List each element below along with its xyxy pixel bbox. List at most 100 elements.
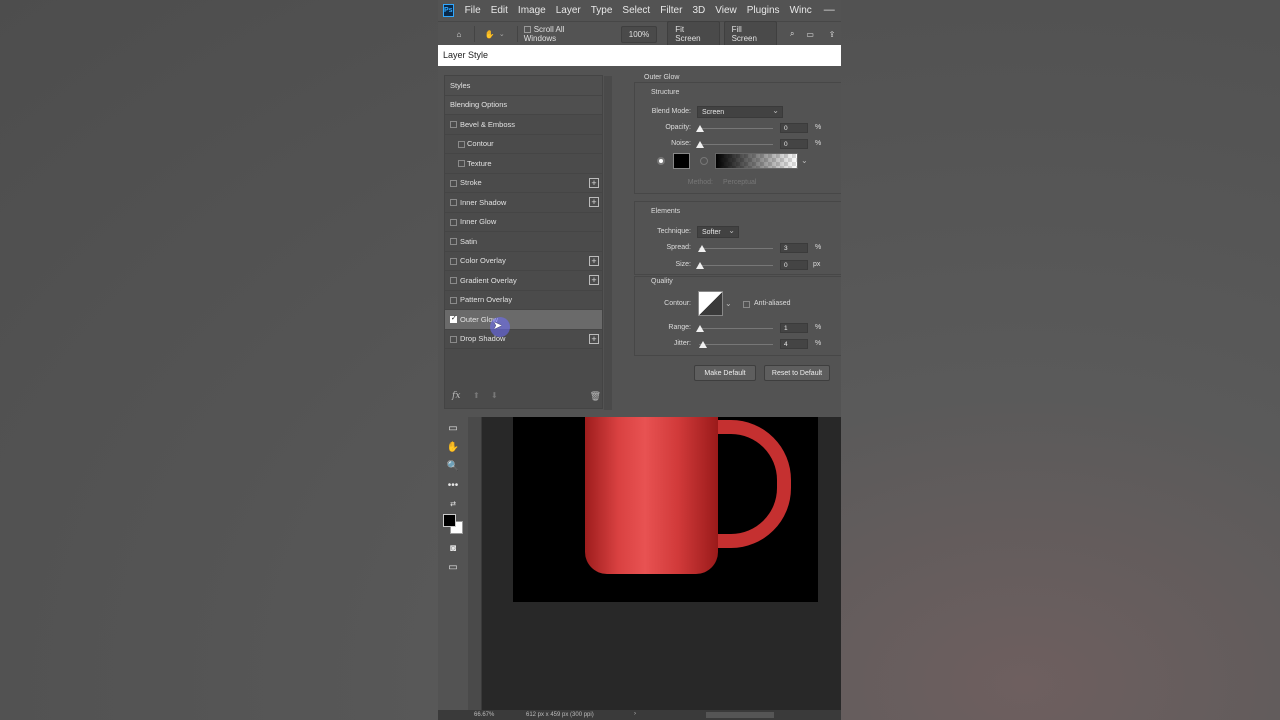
style-blending-options[interactable]: Blending Options <box>445 95 602 115</box>
style-texture[interactable]: Texture <box>445 154 602 174</box>
hand-tool-icon[interactable]: ✋ <box>446 442 460 456</box>
blend-mode-select[interactable]: Screen <box>697 106 783 118</box>
menu-type[interactable]: Type <box>586 5 618 16</box>
styles-header[interactable]: Styles <box>445 76 602 96</box>
hand-tool-icon[interactable]: ✋ <box>481 25 499 43</box>
chevron-down-icon[interactable]: ⌄ <box>801 156 808 165</box>
artboard-tool-icon[interactable]: ▭ <box>446 423 460 437</box>
gradient-radio[interactable] <box>700 157 708 165</box>
checkbox[interactable] <box>450 238 457 245</box>
checkbox[interactable] <box>450 199 457 206</box>
scroll-all-windows-checkbox[interactable]: Scroll All Windows <box>523 25 599 43</box>
checkbox[interactable] <box>450 179 457 187</box>
checkbox[interactable] <box>450 296 457 304</box>
checkbox[interactable] <box>450 218 457 226</box>
style-color-overlay[interactable]: Color Overlay + <box>445 252 602 271</box>
checkbox[interactable] <box>458 160 465 167</box>
more-tools-icon[interactable]: ••• <box>446 480 460 494</box>
noise-slider-thumb[interactable] <box>696 141 704 148</box>
add-drop-shadow-icon[interactable]: + <box>589 333 599 344</box>
menu-3d[interactable]: 3D <box>687 5 710 16</box>
checkbox[interactable] <box>450 121 457 128</box>
reset-to-default-button[interactable]: Reset to Default <box>764 365 830 381</box>
fit-screen-button[interactable]: Fit Screen <box>667 21 720 47</box>
document-canvas[interactable] <box>513 417 818 602</box>
range-input[interactable]: 1 <box>780 323 808 333</box>
fx-icon[interactable]: fx <box>452 391 460 401</box>
minimize-icon[interactable]: — <box>817 4 841 17</box>
zoom-level[interactable]: 66.67% <box>474 712 494 718</box>
solid-color-radio[interactable] <box>657 157 665 165</box>
quick-mask-icon[interactable]: ◙ <box>446 543 460 557</box>
menu-layer[interactable]: Layer <box>551 5 586 16</box>
style-pattern-overlay[interactable]: Pattern Overlay <box>445 291 602 310</box>
add-color-overlay-icon[interactable]: + <box>589 255 599 266</box>
style-drop-shadow[interactable]: Drop Shadow + <box>445 330 602 349</box>
style-bevel-emboss[interactable]: Bevel & Emboss <box>445 115 602 135</box>
menu-edit[interactable]: Edit <box>486 5 513 16</box>
chevron-down-icon[interactable]: ⌄ <box>499 30 505 38</box>
menu-image[interactable]: Image <box>513 5 551 16</box>
chevron-down-icon[interactable]: ⌄ <box>725 299 732 308</box>
style-stroke[interactable]: Stroke + <box>445 174 602 193</box>
trash-icon[interactable]: 🗑 <box>590 391 601 402</box>
size-slider-thumb[interactable] <box>696 262 704 269</box>
anti-aliased-checkbox[interactable] <box>743 301 750 308</box>
opacity-input[interactable]: 0 <box>780 123 808 133</box>
move-up-icon[interactable]: ⬆ <box>473 391 480 400</box>
foreground-color-swatch[interactable] <box>443 514 456 527</box>
menu-file[interactable]: File <box>460 5 486 16</box>
add-gradient-overlay-icon[interactable]: + <box>589 275 599 285</box>
menu-filter[interactable]: Filter <box>655 5 687 16</box>
style-inner-shadow[interactable]: Inner Shadow + <box>445 193 602 213</box>
style-satin[interactable]: Satin <box>445 232 602 252</box>
home-icon[interactable]: ⌂ <box>450 25 468 43</box>
make-default-button[interactable]: Make Default <box>694 365 756 381</box>
workspace-icon[interactable]: ▭ <box>801 25 819 43</box>
size-input[interactable]: 0 <box>780 260 808 270</box>
checkbox[interactable] <box>450 277 457 284</box>
zoom-100-button[interactable]: 100% <box>620 25 658 43</box>
styles-scrollbar[interactable] <box>604 76 612 410</box>
spread-slider[interactable] <box>699 248 773 249</box>
style-inner-glow[interactable]: Inner Glow <box>445 213 602 232</box>
menu-select[interactable]: Select <box>617 5 655 16</box>
move-down-icon[interactable]: ⬇ <box>491 391 498 400</box>
checkbox[interactable] <box>450 335 457 343</box>
checkbox[interactable] <box>450 257 457 265</box>
technique-select[interactable]: Softer <box>697 226 739 238</box>
add-inner-shadow-icon[interactable]: + <box>589 197 599 207</box>
style-outer-glow[interactable]: Outer Glow <box>445 310 602 330</box>
fill-screen-button[interactable]: Fill Screen <box>723 21 778 47</box>
opacity-slider-thumb[interactable] <box>696 125 704 132</box>
swap-colors-icon[interactable]: ⇄ <box>446 500 460 514</box>
menu-window[interactable]: Winc <box>785 5 817 16</box>
style-contour[interactable]: Contour <box>445 135 602 154</box>
range-slider[interactable] <box>699 328 773 329</box>
noise-input[interactable]: 0 <box>780 139 808 149</box>
checkbox[interactable] <box>458 140 465 148</box>
jitter-slider-thumb[interactable] <box>699 341 707 348</box>
checkbox-checked[interactable] <box>450 314 457 323</box>
jitter-input[interactable]: 4 <box>780 339 808 349</box>
menu-plugins[interactable]: Plugins <box>742 5 785 16</box>
menu-view[interactable]: View <box>710 5 742 16</box>
glow-color-swatch[interactable] <box>673 153 690 169</box>
jitter-slider[interactable] <box>699 344 773 345</box>
gradient-picker[interactable] <box>715 153 798 169</box>
contour-preview[interactable] <box>698 291 723 316</box>
spread-slider-thumb[interactable] <box>698 245 706 252</box>
share-icon[interactable]: ⇪ <box>823 25 841 43</box>
opacity-slider[interactable] <box>699 128 773 129</box>
size-slider[interactable] <box>699 265 773 266</box>
spread-input[interactable]: 3 <box>780 243 808 253</box>
horizontal-scrollbar[interactable] <box>706 712 774 718</box>
noise-slider[interactable] <box>699 144 773 145</box>
add-stroke-icon[interactable]: + <box>589 177 599 188</box>
search-icon[interactable]: ⌕ <box>783 25 801 43</box>
screen-mode-icon[interactable]: ▭ <box>446 562 460 576</box>
zoom-tool-icon[interactable]: 🔍 <box>446 461 460 475</box>
style-gradient-overlay[interactable]: Gradient Overlay + <box>445 271 602 291</box>
chevron-right-icon[interactable]: › <box>634 711 636 717</box>
range-slider-thumb[interactable] <box>696 325 704 332</box>
